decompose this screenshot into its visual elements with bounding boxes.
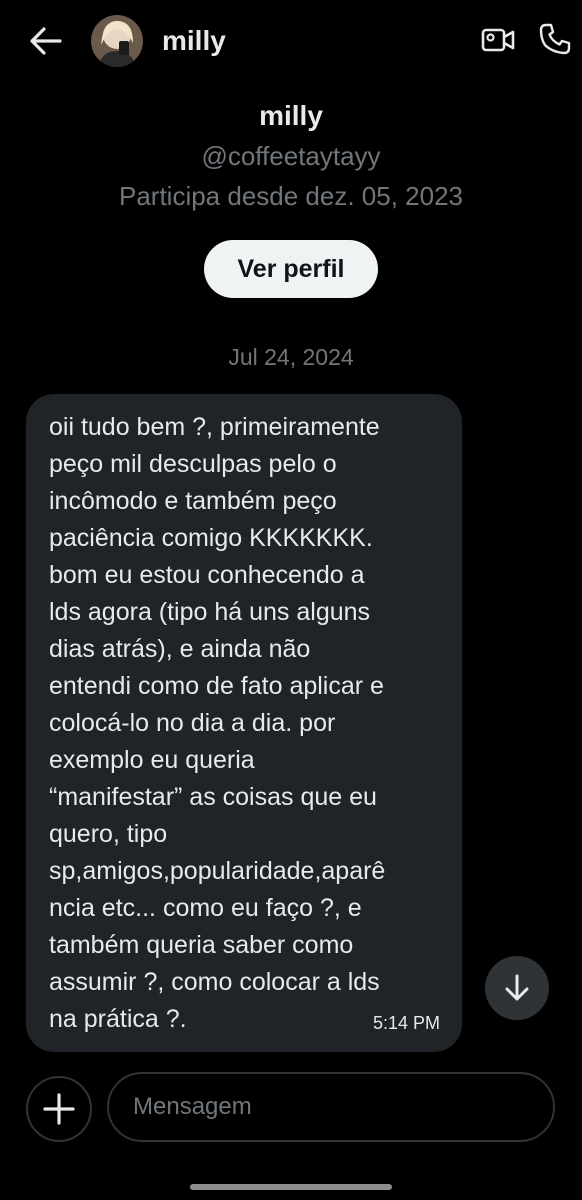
scroll-to-bottom-button[interactable]	[485, 956, 549, 1020]
video-camera-icon	[481, 28, 515, 52]
message-timestamp: 5:14 PM	[372, 1013, 440, 1033]
conversation-header: milly	[0, 0, 582, 82]
avatar[interactable]	[91, 15, 143, 67]
home-indicator[interactable]	[190, 1184, 392, 1190]
plus-icon	[43, 1093, 75, 1125]
profile-name: milly	[259, 100, 323, 131]
message-bubble[interactable]: oii tudo bem ?, primeiramente peço mil d…	[26, 394, 462, 1052]
date-separator: Jul 24, 2024	[228, 344, 354, 370]
profile-summary: milly @coffeetaytayy Participa desde dez…	[0, 96, 582, 216]
message-text: oii tudo bem ?, primeiramente peço mil d…	[49, 413, 386, 1033]
avatar-image	[91, 15, 143, 67]
arrow-down-icon	[505, 974, 529, 1001]
back-button[interactable]	[26, 22, 66, 60]
view-profile-button[interactable]: Ver perfil	[204, 240, 378, 298]
add-attachment-button[interactable]	[26, 1076, 92, 1142]
video-call-button[interactable]	[478, 20, 518, 60]
arrow-left-icon	[30, 27, 62, 55]
voice-call-button[interactable]	[535, 19, 575, 59]
message-input[interactable]	[107, 1072, 555, 1142]
profile-handle: @coffeetaytayy	[201, 141, 381, 171]
header-contact-name[interactable]: milly	[162, 24, 226, 58]
phone-icon	[539, 23, 571, 55]
profile-joined-date: Participa desde dez. 05, 2023	[118, 181, 464, 211]
